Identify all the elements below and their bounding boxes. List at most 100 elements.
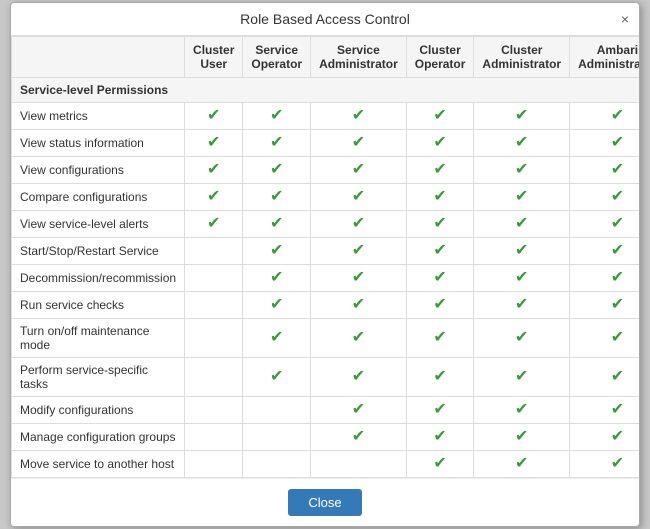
checkmark-icon: ✔: [515, 428, 528, 445]
check-cell: ✔: [570, 451, 639, 478]
check-cell: ✔: [474, 292, 570, 319]
checkmark-icon: ✔: [515, 188, 528, 205]
checkmark-icon: ✔: [270, 242, 283, 259]
checkmark-icon: ✔: [352, 242, 365, 259]
check-cell: ✔: [474, 184, 570, 211]
checkmark-icon: ✔: [515, 215, 528, 232]
check-cell: ✔: [570, 184, 639, 211]
checkmark-icon: ✔: [515, 107, 528, 124]
check-cell: ✔: [243, 265, 311, 292]
check-cell: ✔: [243, 358, 311, 397]
checkmark-icon: ✔: [433, 188, 446, 205]
checkmark-icon: ✔: [352, 296, 365, 313]
table-row: Turn on/off maintenance mode✔✔✔✔✔: [12, 319, 640, 358]
check-cell: ✔: [570, 211, 639, 238]
dialog-title: Role Based Access Control: [240, 11, 410, 27]
checkmark-icon: ✔: [611, 269, 624, 286]
feature-cell: View status information: [12, 130, 185, 157]
check-cell: ✔: [406, 397, 474, 424]
check-cell: ✔: [474, 265, 570, 292]
checkmark-icon: ✔: [433, 215, 446, 232]
check-cell: ✔: [406, 238, 474, 265]
check-cell: ✔: [406, 319, 474, 358]
feature-cell: Move service to another host: [12, 451, 185, 478]
checkmark-icon: ✔: [611, 242, 624, 259]
table-row: View metrics✔✔✔✔✔✔: [12, 103, 640, 130]
table-row: View configurations✔✔✔✔✔✔: [12, 157, 640, 184]
check-cell: ✔: [243, 211, 311, 238]
check-cell: ✔: [474, 130, 570, 157]
check-cell: ✔: [311, 265, 407, 292]
col-feature: [12, 37, 185, 78]
permissions-table: Cluster User Service Operator Service Ad…: [11, 36, 639, 478]
check-cell: ✔: [243, 157, 311, 184]
check-cell: ✔: [474, 157, 570, 184]
check-cell: ✔: [406, 358, 474, 397]
feature-cell: Modify configurations: [12, 397, 185, 424]
checkmark-icon: ✔: [207, 161, 220, 178]
checkmark-icon: ✔: [433, 269, 446, 286]
checkmark-icon: ✔: [433, 161, 446, 178]
check-cell: [185, 265, 243, 292]
check-cell: ✔: [474, 397, 570, 424]
check-cell: ✔: [406, 103, 474, 130]
check-cell: ✔: [570, 292, 639, 319]
check-cell: ✔: [474, 103, 570, 130]
table-row: Start/Stop/Restart Service✔✔✔✔✔: [12, 238, 640, 265]
col-cluster-admin: Cluster Administrator: [474, 37, 570, 78]
feature-cell: Start/Stop/Restart Service: [12, 238, 185, 265]
col-cluster-user: Cluster User: [185, 37, 243, 78]
table-row: Run service checks✔✔✔✔✔: [12, 292, 640, 319]
checkmark-icon: ✔: [207, 107, 220, 124]
checkmark-icon: ✔: [352, 368, 365, 385]
check-cell: ✔: [474, 451, 570, 478]
section-header-row: Service-level Permissions: [12, 78, 640, 103]
checkmark-icon: ✔: [270, 188, 283, 205]
checkmark-icon: ✔: [611, 455, 624, 472]
checkmark-icon: ✔: [611, 329, 624, 346]
table-row: Decommission/recommission✔✔✔✔✔: [12, 265, 640, 292]
dialog-footer: Close: [11, 478, 639, 526]
checkmark-icon: ✔: [352, 215, 365, 232]
check-cell: ✔: [243, 130, 311, 157]
check-cell: ✔: [474, 358, 570, 397]
feature-cell: View service-level alerts: [12, 211, 185, 238]
check-cell: [243, 451, 311, 478]
check-cell: ✔: [406, 157, 474, 184]
check-cell: ✔: [311, 319, 407, 358]
check-cell: ✔: [311, 130, 407, 157]
close-icon[interactable]: ×: [621, 12, 629, 26]
check-cell: ✔: [474, 211, 570, 238]
checkmark-icon: ✔: [611, 368, 624, 385]
checkmark-icon: ✔: [515, 296, 528, 313]
table-row: Move service to another host✔✔✔: [12, 451, 640, 478]
checkmark-icon: ✔: [611, 215, 624, 232]
check-cell: ✔: [406, 265, 474, 292]
checkmark-icon: ✔: [611, 188, 624, 205]
checkmark-icon: ✔: [433, 296, 446, 313]
check-cell: ✔: [311, 103, 407, 130]
check-cell: [243, 424, 311, 451]
checkmark-icon: ✔: [611, 401, 624, 418]
checkmark-icon: ✔: [270, 107, 283, 124]
feature-cell: Perform service-specific tasks: [12, 358, 185, 397]
close-button[interactable]: Close: [288, 489, 361, 516]
check-cell: ✔: [570, 130, 639, 157]
table-row: Compare configurations✔✔✔✔✔✔: [12, 184, 640, 211]
checkmark-icon: ✔: [270, 329, 283, 346]
check-cell: ✔: [311, 358, 407, 397]
checkmark-icon: ✔: [207, 134, 220, 151]
checkmark-icon: ✔: [611, 296, 624, 313]
check-cell: ✔: [406, 130, 474, 157]
check-cell: ✔: [185, 130, 243, 157]
check-cell: ✔: [570, 103, 639, 130]
check-cell: ✔: [311, 211, 407, 238]
check-cell: ✔: [406, 292, 474, 319]
check-cell: ✔: [570, 424, 639, 451]
checkmark-icon: ✔: [433, 428, 446, 445]
table-row: View service-level alerts✔✔✔✔✔✔: [12, 211, 640, 238]
feature-cell: Manage configuration groups: [12, 424, 185, 451]
check-cell: ✔: [185, 157, 243, 184]
feature-cell: View configurations: [12, 157, 185, 184]
checkmark-icon: ✔: [515, 269, 528, 286]
